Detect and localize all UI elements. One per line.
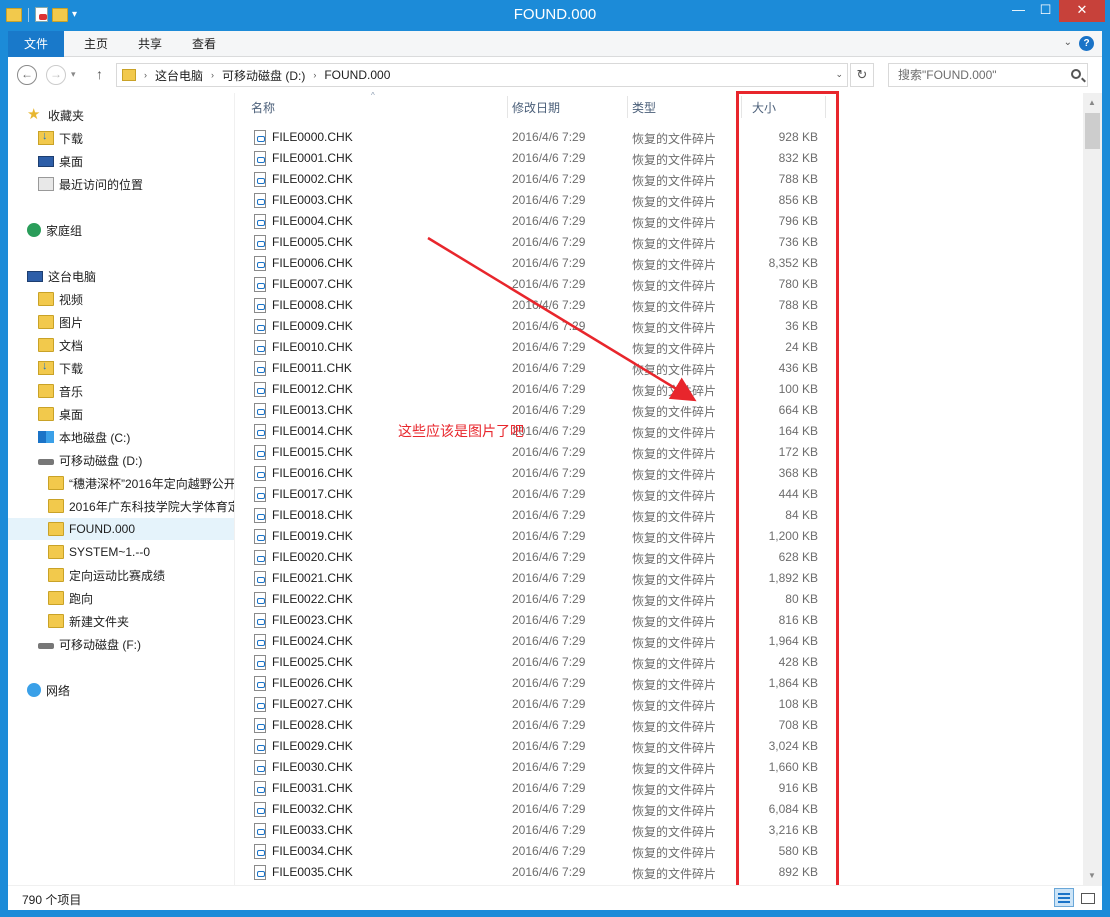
annotation-text: 这些应该是图片了吧: [398, 423, 524, 439]
large-icons-view-icon[interactable]: [1077, 888, 1097, 907]
annotation-highlight-box: [736, 91, 839, 891]
annotation-arrow: [427, 236, 697, 402]
details-view-icon[interactable]: [1054, 888, 1074, 907]
item-count: 790 个项目: [22, 893, 82, 907]
explorer-window: ▾ FOUND.000 — ☐ ✕ 文件 主页 共享 查看 ⌄ ? ← → ▾ …: [0, 0, 1110, 917]
status-bar: 790 个项目: [8, 885, 1102, 910]
